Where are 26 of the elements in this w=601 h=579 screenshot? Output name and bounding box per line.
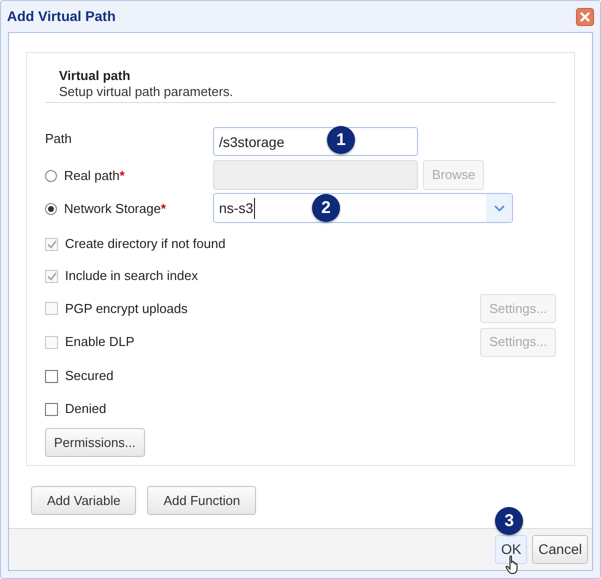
callout-badge: 1 <box>327 126 355 154</box>
callout-badge: 3 <box>495 507 524 535</box>
checkbox-label: Create directory if not found <box>65 235 226 254</box>
checkbox[interactable] <box>45 370 58 382</box>
close-icon <box>580 12 590 22</box>
section-title: Virtual path <box>59 67 132 84</box>
checkbox-label: PGP encrypt uploads <box>65 300 188 318</box>
button[interactable]: OK <box>495 535 528 564</box>
checkbox-label: Denied <box>65 400 106 418</box>
button[interactable]: Add Variable <box>31 486 136 515</box>
checkbox-label: Secured <box>65 367 114 386</box>
checkbox-label: Include in search index <box>65 267 198 286</box>
close-button[interactable] <box>576 8 594 26</box>
radio-label: Real path* <box>64 167 125 185</box>
chevron-down-icon <box>494 204 504 212</box>
permissions-button[interactable]: Permissions... <box>45 428 145 457</box>
button[interactable]: Cancel <box>532 535 588 564</box>
checkbox[interactable] <box>45 402 58 416</box>
radio-label: Network Storage* <box>64 200 166 218</box>
button[interactable]: Add Function <box>147 486 256 515</box>
field-label: Path <box>45 130 73 148</box>
radio-button[interactable] <box>45 202 57 215</box>
section-subtitle: Setup virtual path parameters. <box>59 84 234 100</box>
dropdown-value: ns-s3 <box>219 198 256 218</box>
window-title: Add Virtual Path <box>7 7 116 26</box>
checkbox-label: Enable DLP <box>65 333 134 352</box>
